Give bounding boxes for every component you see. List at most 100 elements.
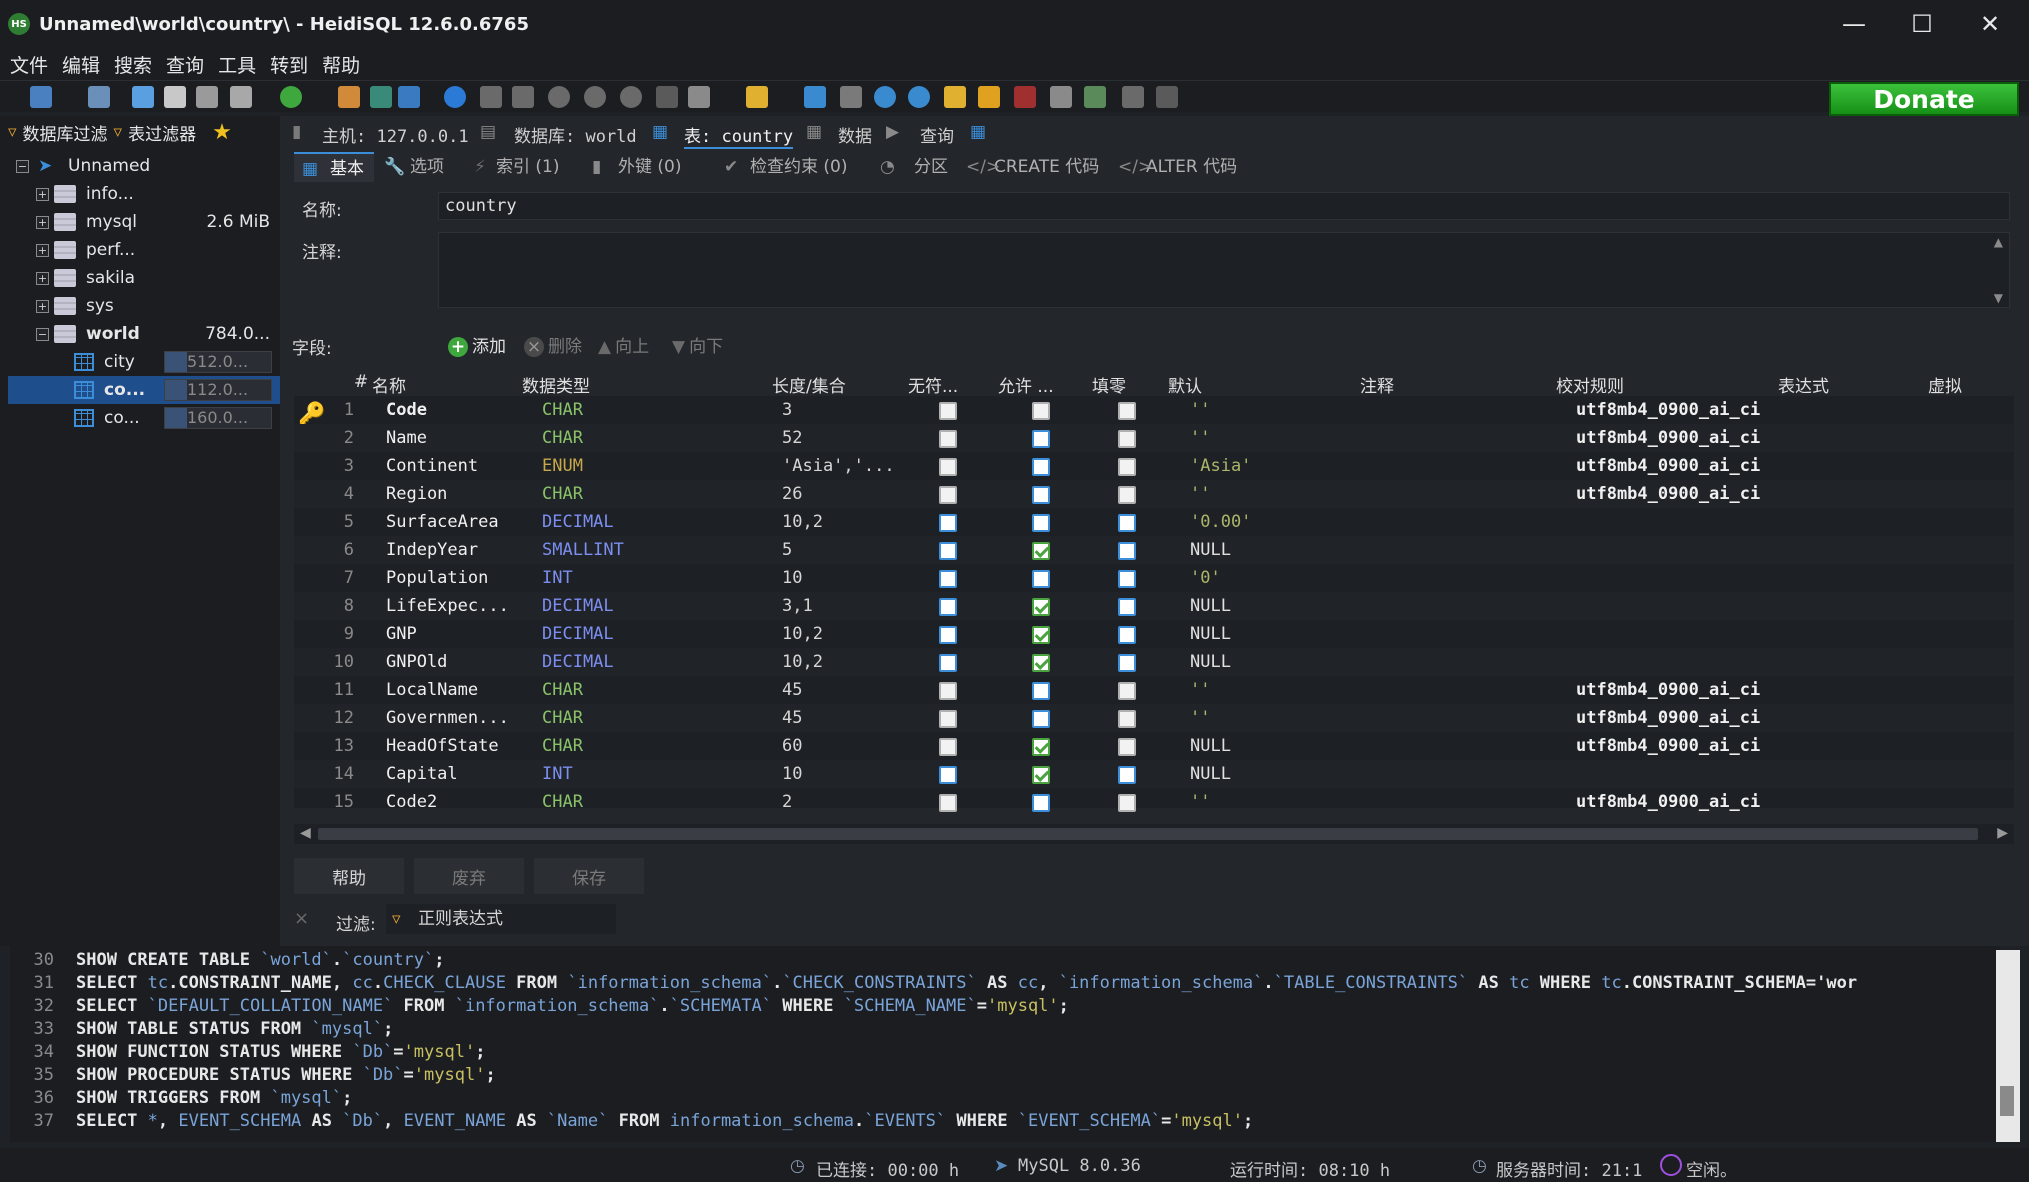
allow-null-checkbox[interactable]	[1032, 486, 1050, 504]
field-row[interactable]: 6 IndepYear SMALLINT 5 NULL	[294, 536, 2014, 564]
zerofill-checkbox[interactable]	[1118, 766, 1136, 784]
table-comment-field[interactable]: ▲ ▼	[438, 232, 2010, 308]
field-name[interactable]: Capital	[386, 764, 458, 784]
tree-db-item[interactable]: + mysql 2.6 MiB	[0, 208, 280, 236]
unsigned-checkbox[interactable]	[939, 710, 957, 728]
tree-db-item[interactable]: + sys	[0, 292, 280, 320]
zerofill-checkbox[interactable]	[1118, 598, 1136, 616]
field-row[interactable]: 10 GNPOld DECIMAL 10,2 NULL	[294, 648, 2014, 676]
breadcrumb-query[interactable]: 查询	[920, 122, 954, 147]
filter-regex-input[interactable]: ▿ 正则表达式	[386, 904, 616, 934]
move-up-button[interactable]: ▲ 向上	[598, 332, 649, 357]
field-length[interactable]: 10	[782, 764, 802, 784]
menu-query[interactable]: 查询	[166, 51, 204, 78]
scroll-down-icon[interactable]: ▼	[1994, 291, 2003, 305]
field-collation[interactable]: utf8mb4_0900_ai_ci	[1576, 456, 1760, 476]
field-collation[interactable]: utf8mb4_0900_ai_ci	[1576, 428, 1760, 448]
field-default[interactable]: ''	[1190, 400, 1210, 420]
refresh-icon[interactable]	[280, 86, 302, 108]
field-default[interactable]: ''	[1190, 428, 1210, 448]
unsigned-checkbox[interactable]	[939, 682, 957, 700]
field-length[interactable]: 10,2	[782, 652, 823, 672]
unsigned-checkbox[interactable]	[939, 402, 957, 420]
field-default[interactable]: NULL	[1190, 764, 1231, 784]
allow-null-checkbox[interactable]	[1032, 766, 1050, 784]
sync-icon[interactable]	[398, 86, 420, 108]
kill-process-icon[interactable]	[1122, 86, 1144, 108]
column-header[interactable]: 无符...	[908, 372, 958, 397]
row-number[interactable]: 2	[324, 428, 354, 448]
field-default[interactable]: NULL	[1190, 540, 1231, 560]
field-collation[interactable]: utf8mb4_0900_ai_ci	[1576, 680, 1760, 700]
field-row[interactable]: 13 HeadOfState CHAR 60 NULL utf8mb4_0900_ai_c…	[294, 732, 2014, 760]
zerofill-checkbox[interactable]	[1118, 542, 1136, 560]
menu-help[interactable]: 帮助	[322, 51, 360, 78]
column-header[interactable]: 长度/集合	[772, 372, 846, 397]
allow-null-checkbox[interactable]	[1032, 738, 1050, 756]
save-snippet-icon[interactable]	[840, 86, 862, 108]
post-record-icon[interactable]	[620, 86, 642, 108]
row-number[interactable]: 12	[324, 708, 354, 728]
scroll-right-icon[interactable]: ▶	[1997, 825, 2008, 841]
unsigned-checkbox[interactable]	[939, 598, 957, 616]
field-row[interactable]: 14 Capital INT 10 NULL	[294, 760, 2014, 788]
tab-check-constraints[interactable]: ✔ 检查约束 (0)	[724, 152, 847, 182]
donate-button[interactable]: Donate	[1829, 82, 2019, 116]
row-number[interactable]: 15	[324, 792, 354, 812]
field-name[interactable]: LifeExpec...	[386, 596, 509, 616]
breadcrumb-data[interactable]: 数据	[838, 122, 872, 147]
field-default[interactable]: NULL	[1190, 736, 1231, 756]
allow-null-checkbox[interactable]	[1032, 794, 1050, 812]
allow-null-checkbox[interactable]	[1032, 514, 1050, 532]
tab-alter-code[interactable]: </> ALTER 代码	[1118, 152, 1237, 182]
menu-file[interactable]: 文件	[10, 51, 48, 78]
scroll-up-icon[interactable]: ▲	[1994, 235, 2003, 249]
zerofill-checkbox[interactable]	[1118, 794, 1136, 812]
field-name[interactable]: LocalName	[386, 680, 478, 700]
tab-basic[interactable]: ▦ 基本	[294, 152, 374, 182]
tree-table-item[interactable]: city 512.0...	[0, 348, 280, 376]
zerofill-checkbox[interactable]	[1118, 430, 1136, 448]
save-button[interactable]: 保存	[534, 858, 644, 894]
field-type[interactable]: DECIMAL	[542, 652, 614, 672]
close-button[interactable]: ✕	[1956, 0, 2024, 48]
field-type[interactable]: SMALLINT	[542, 540, 624, 560]
zerofill-checkbox[interactable]	[1118, 570, 1136, 588]
row-number[interactable]: 1	[324, 400, 354, 420]
delete-field-button[interactable]: × 删除	[524, 332, 582, 357]
help-button[interactable]: 帮助	[294, 858, 404, 894]
allow-null-checkbox[interactable]	[1032, 430, 1050, 448]
expand-icon[interactable]: +	[36, 187, 49, 201]
replace-icon[interactable]	[908, 86, 930, 108]
field-type[interactable]: DECIMAL	[542, 624, 614, 644]
field-collation[interactable]: utf8mb4_0900_ai_ci	[1576, 400, 1760, 420]
expand-icon[interactable]: +	[36, 299, 49, 313]
column-header[interactable]: 数据类型	[522, 372, 590, 397]
binary-icon[interactable]	[1014, 86, 1036, 108]
field-collation[interactable]: utf8mb4_0900_ai_ci	[1576, 736, 1760, 756]
field-length[interactable]: 3,1	[782, 596, 813, 616]
field-name[interactable]: Code	[386, 400, 427, 420]
scrollbar-thumb[interactable]	[318, 828, 1978, 840]
tree-root-session[interactable]: − ➤ Unnamed	[0, 152, 280, 180]
field-type[interactable]: CHAR	[542, 680, 583, 700]
field-name[interactable]: IndepYear	[386, 540, 478, 560]
field-length[interactable]: 26	[782, 484, 802, 504]
tree-table-item-selected[interactable]: co... 112.0...	[8, 376, 280, 404]
field-collation[interactable]: utf8mb4_0900_ai_ci	[1576, 708, 1760, 728]
row-number[interactable]: 6	[324, 540, 354, 560]
field-length[interactable]: 10,2	[782, 624, 823, 644]
unsigned-checkbox[interactable]	[939, 514, 957, 532]
warning-icon[interactable]	[978, 86, 1000, 108]
field-name[interactable]: Continent	[386, 456, 478, 476]
field-type[interactable]: CHAR	[542, 792, 583, 812]
query-tab-icon[interactable]: ▦	[970, 122, 986, 142]
field-name[interactable]: Governmen...	[386, 708, 509, 728]
field-type[interactable]: ENUM	[542, 456, 583, 476]
field-length[interactable]: 60	[782, 736, 802, 756]
tree-db-item[interactable]: + info...	[0, 180, 280, 208]
column-header[interactable]: 默认	[1168, 372, 1202, 397]
field-type[interactable]: CHAR	[542, 736, 583, 756]
field-name[interactable]: Code2	[386, 792, 437, 812]
field-name[interactable]: SurfaceArea	[386, 512, 499, 532]
